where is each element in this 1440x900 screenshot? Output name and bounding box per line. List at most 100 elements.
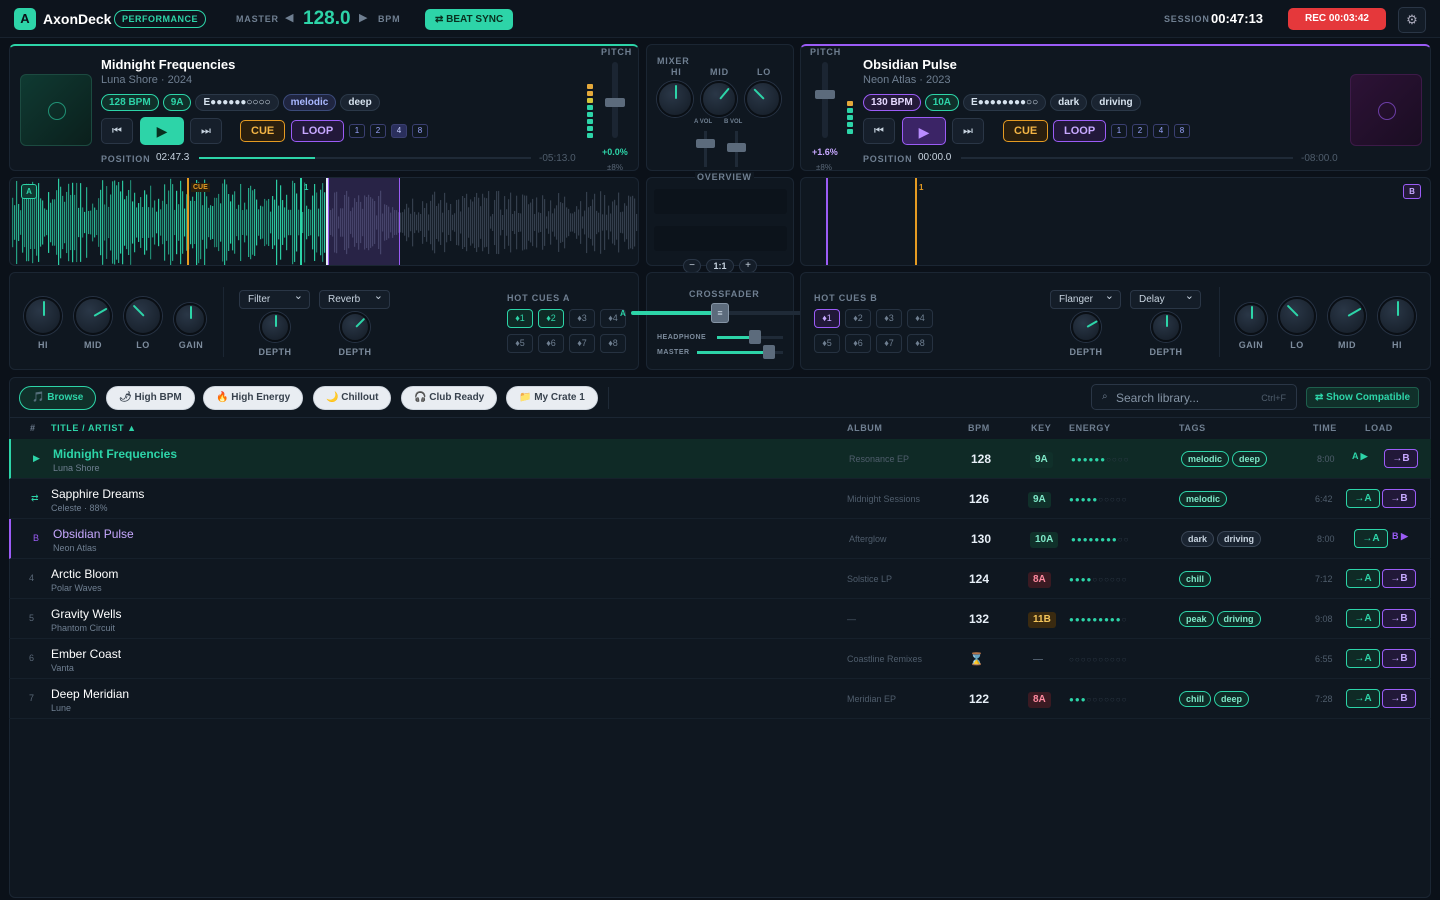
hot-cue-a-7[interactable]: ♦7 — [569, 334, 595, 353]
table-row[interactable]: 6 Ember Coast Vanta Coastline Remixes ⌛ — ○○○○… — [9, 639, 1431, 679]
filter-browse[interactable]: 🎵 Browse — [19, 386, 97, 410]
load-to-a-button[interactable]: →A — [1346, 569, 1380, 588]
load-to-a-button[interactable]: →A — [1346, 609, 1380, 628]
settings-button[interactable]: ⚙ — [1398, 7, 1426, 33]
table-row[interactable]: 4 Arctic Bloom Polar Waves Solstice LP 124 8A… — [9, 559, 1431, 599]
load-to-b-button[interactable]: →B — [1382, 689, 1416, 708]
deck-b-prev-button[interactable]: ⏮ — [863, 118, 895, 144]
hot-cue-b-4[interactable]: ♦4 — [907, 309, 933, 328]
table-row[interactable]: 7 Deep Meridian Lune Meridian EP 122 8A ●●●○○○… — [9, 679, 1431, 719]
hot-cue-a-8[interactable]: ♦8 — [600, 334, 626, 353]
master-volume-handle[interactable] — [763, 345, 775, 359]
deck-b-gain-knob[interactable] — [1235, 303, 1267, 335]
filter-high-energy[interactable]: 🔥 High Energy — [203, 386, 304, 410]
deck-b-loop-1[interactable]: 1 — [1111, 124, 1127, 138]
a-vol-handle[interactable] — [696, 139, 715, 148]
col-energy[interactable]: ENERGY — [1069, 423, 1111, 433]
load-to-b-button[interactable]: →B — [1382, 649, 1416, 668]
deck-a-progress-track[interactable] — [199, 157, 531, 159]
deck-a-pitch-handle[interactable] — [605, 98, 625, 107]
hot-cue-b-5[interactable]: ♦5 — [814, 334, 840, 353]
bpm-increase-icon[interactable]: ▶ — [359, 11, 367, 24]
hot-cue-a-2[interactable]: ♦2 — [538, 309, 564, 328]
headphone-handle[interactable] — [749, 330, 761, 344]
hot-cue-b-8[interactable]: ♦8 — [907, 334, 933, 353]
deck-a-loop-region[interactable] — [328, 178, 400, 265]
mixer-hi-knob[interactable] — [657, 81, 693, 117]
deck-b-progress-track[interactable] — [961, 157, 1293, 159]
zoom-out-button[interactable]: − — [683, 259, 701, 273]
deck-b-hi-knob[interactable] — [1378, 297, 1416, 335]
deck-a-loop-2[interactable]: 2 — [370, 124, 386, 138]
mixer-mid-knob[interactable] — [701, 81, 737, 117]
filter-chillout[interactable]: 🌙 Chillout — [313, 386, 392, 410]
deck-a-loop-button[interactable]: LOOP — [291, 120, 345, 142]
table-row[interactable]: ⇄ Sapphire Dreams Celeste · 88% Midnight Se… — [9, 479, 1431, 519]
deck-b-loop-4[interactable]: 4 — [1153, 124, 1169, 138]
hot-cue-b-3[interactable]: ♦3 — [876, 309, 902, 328]
deck-b-mid-knob[interactable] — [1328, 297, 1366, 335]
deck-b-play-button[interactable]: ▶ — [902, 117, 946, 145]
overview-b[interactable] — [654, 226, 787, 251]
show-compatible-button[interactable]: ⇄ Show Compatible — [1306, 387, 1420, 408]
deck-a-mid-knob[interactable] — [74, 297, 112, 335]
load-to-a-button[interactable]: →A — [1346, 489, 1380, 508]
zoom-in-button[interactable]: + — [739, 259, 757, 273]
col-title[interactable]: TITLE / ARTIST ▲ — [51, 423, 137, 433]
hot-cue-b-6[interactable]: ♦6 — [845, 334, 871, 353]
record-button[interactable]: REC 00:03:42 — [1288, 8, 1386, 30]
filter-high-bpm[interactable]: 🌶 High BPM — [106, 386, 195, 410]
deck-b-fx1-depth-knob[interactable] — [1071, 312, 1101, 342]
load-to-a-button[interactable]: →A — [1346, 689, 1380, 708]
col-bpm[interactable]: BPM — [968, 423, 990, 433]
deck-b-waveform[interactable]: 1 B — [800, 177, 1431, 266]
mixer-lo-knob[interactable] — [745, 81, 781, 117]
deck-a-play-button[interactable]: ▶ — [140, 117, 184, 145]
hot-cue-a-1[interactable]: ♦1 — [507, 309, 533, 328]
hot-cue-a-6[interactable]: ♦6 — [538, 334, 564, 353]
bpm-decrease-icon[interactable]: ◀ — [285, 11, 293, 24]
filter-club-ready[interactable]: 🎧 Club Ready — [401, 386, 498, 410]
deck-b-pitch-handle[interactable] — [815, 90, 835, 99]
hot-cue-a-3[interactable]: ♦3 — [569, 309, 595, 328]
deck-b-loop-8[interactable]: 8 — [1174, 124, 1190, 138]
b-vol-handle[interactable] — [727, 143, 746, 152]
deck-a-loop-1[interactable]: 1 — [349, 124, 365, 138]
hot-cue-a-5[interactable]: ♦5 — [507, 334, 533, 353]
deck-b-fx2-depth-knob[interactable] — [1151, 312, 1181, 342]
deck-a-cue-button[interactable]: CUE — [240, 120, 286, 142]
deck-a-fx1-depth-knob[interactable] — [260, 312, 290, 342]
deck-b-pitch-slider[interactable] — [822, 62, 828, 138]
zoom-reset-button[interactable]: 1:1 — [706, 259, 734, 273]
col-album[interactable]: ALBUM — [847, 423, 883, 433]
deck-b-cue-button[interactable]: CUE — [1003, 120, 1049, 142]
deck-a-loop-4[interactable]: 4 — [391, 124, 407, 138]
deck-a-hi-knob[interactable] — [24, 297, 62, 335]
deck-a-loop-8[interactable]: 8 — [412, 124, 428, 138]
overview-a[interactable] — [654, 189, 787, 214]
load-to-a-button[interactable]: →A — [1354, 529, 1388, 548]
hot-cue-b-7[interactable]: ♦7 — [876, 334, 902, 353]
deck-b-next-button[interactable]: ⏭ — [952, 118, 984, 144]
deck-b-loop-2[interactable]: 2 — [1132, 124, 1148, 138]
deck-a-fx2-select[interactable]: Reverb — [319, 288, 390, 309]
deck-a-lo-knob[interactable] — [124, 297, 162, 335]
table-row[interactable]: 5 Gravity Wells Phantom Circuit — 132 11B ●●●●… — [9, 599, 1431, 639]
col-time[interactable]: TIME — [1313, 423, 1337, 433]
table-row[interactable]: B Obsidian Pulse Neon Atlas Afterglow 130 10A… — [9, 519, 1431, 559]
load-to-b-button[interactable]: →B — [1382, 609, 1416, 628]
deck-b-loop-button[interactable]: LOOP — [1053, 120, 1107, 142]
search-input[interactable]: ⌕ Search library... Ctrl+F — [1091, 384, 1297, 410]
deck-a-fx2-depth-knob[interactable] — [340, 312, 370, 342]
load-to-b-button[interactable]: →B — [1384, 449, 1418, 468]
deck-a-fx1-select[interactable]: Filter — [239, 288, 310, 309]
col-key[interactable]: KEY — [1031, 423, 1051, 433]
load-to-b-button[interactable]: →B — [1382, 489, 1416, 508]
deck-b-lo-knob[interactable] — [1278, 297, 1316, 335]
hot-cue-b-1[interactable]: ♦1 — [814, 309, 840, 328]
load-to-a-button[interactable]: →A — [1346, 649, 1380, 668]
table-row[interactable]: ▶ Midnight Frequencies Luna Shore Resonance… — [9, 439, 1431, 479]
col-tags[interactable]: TAGS — [1179, 423, 1206, 433]
deck-a-prev-button[interactable]: ⏮ — [101, 118, 133, 144]
load-to-b-button[interactable]: →B — [1382, 569, 1416, 588]
